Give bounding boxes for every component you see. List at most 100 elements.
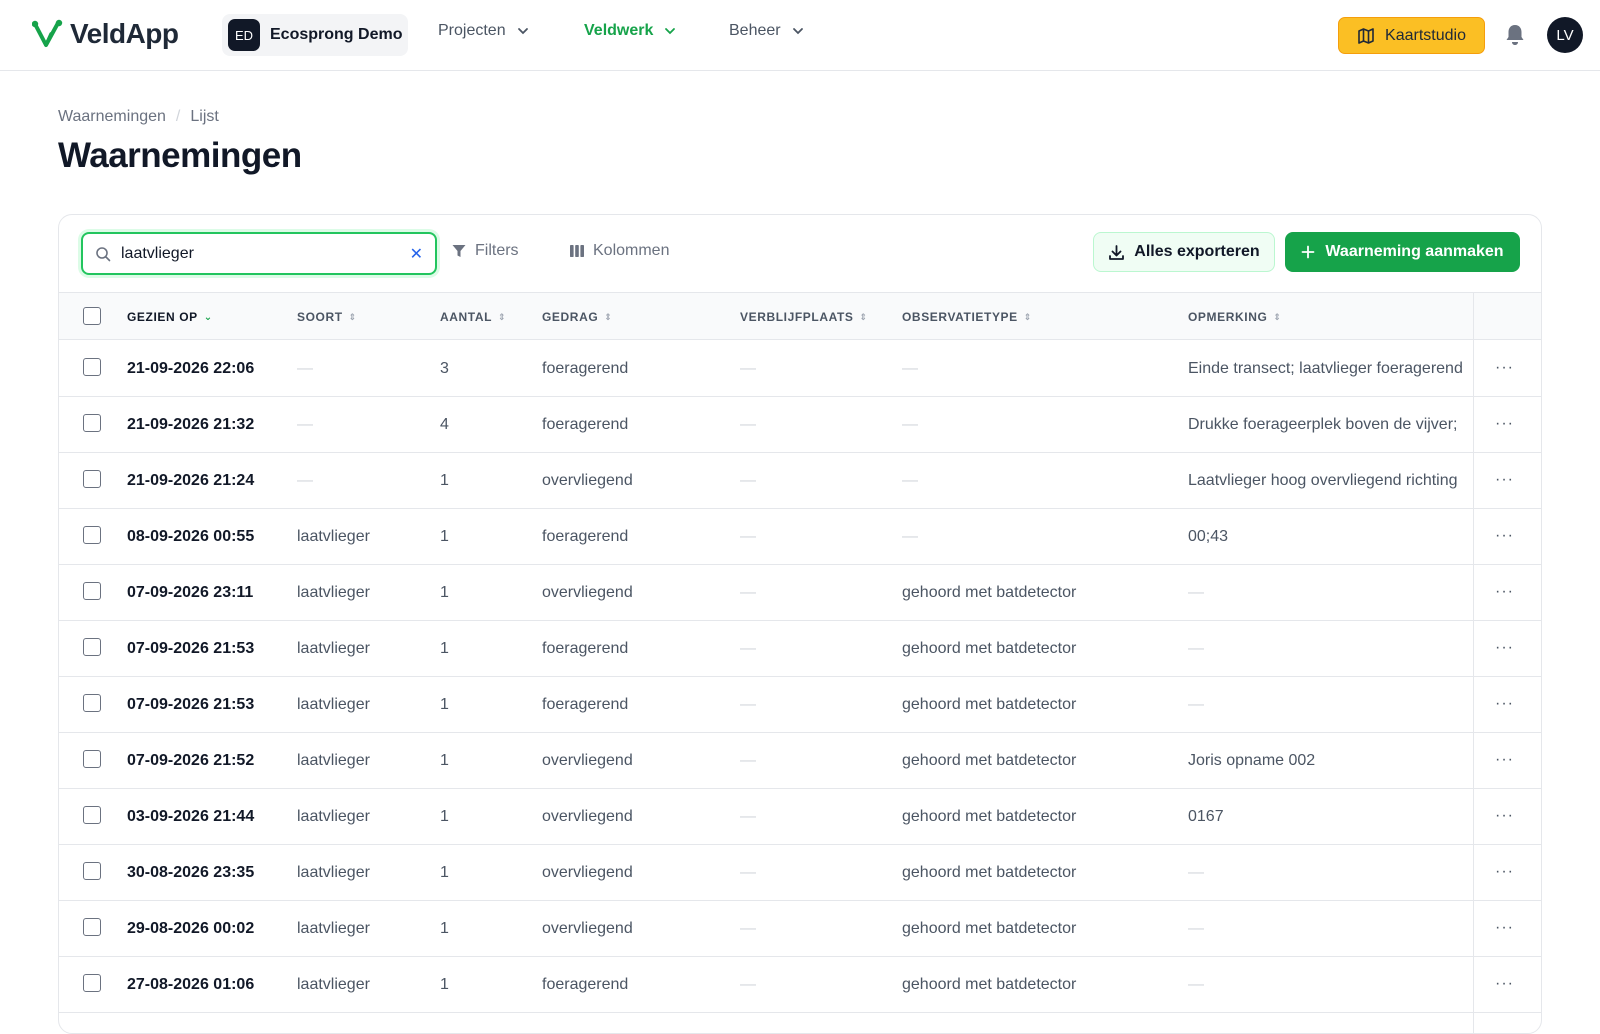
row-checkbox[interactable] xyxy=(83,414,101,432)
table-row[interactable]: 08-09-2026 00:55 laatvlieger 1 foeragerend —… xyxy=(59,509,1541,565)
nav-veldwerk[interactable]: Veldwerk xyxy=(584,22,677,40)
cell-opmerking: — xyxy=(1188,640,1204,657)
cell-gezien-op: 07-09-2026 21:52 xyxy=(127,752,255,769)
clear-search-icon[interactable]: ✕ xyxy=(410,244,423,264)
create-observation-button[interactable]: Waarneming aanmaken xyxy=(1285,232,1520,272)
cell-soort: laatvlieger xyxy=(297,920,370,937)
cell-verblijfplaats: — xyxy=(740,640,756,657)
row-checkbox[interactable] xyxy=(83,806,101,824)
column-header-observatietype[interactable]: OBSERVATIETYPE ⇕ xyxy=(902,310,1032,324)
cell-aantal: 1 xyxy=(440,864,449,881)
column-header-verblijfplaats[interactable]: VERBLIJFPLAATS ⇕ xyxy=(740,310,868,324)
cell-soort: — xyxy=(297,416,313,433)
table-row[interactable]: 07-09-2026 21:53 laatvlieger 1 foeragerend —… xyxy=(59,621,1541,677)
row-checkbox[interactable] xyxy=(83,358,101,376)
cell-observatietype: — xyxy=(902,472,918,489)
search-input[interactable] xyxy=(121,244,410,263)
columns-icon xyxy=(570,245,584,257)
cell-opmerking: — xyxy=(1188,696,1204,713)
cell-observatietype: gehoord met batdetector xyxy=(902,808,1077,825)
row-actions-column xyxy=(1473,292,1541,1033)
row-checkbox[interactable] xyxy=(83,750,101,768)
row-checkbox[interactable] xyxy=(83,974,101,992)
table-row[interactable]: 21-09-2026 22:06 — 3 foeragerend — — Einde tra… xyxy=(59,341,1541,397)
row-checkbox[interactable] xyxy=(83,862,101,880)
table-row[interactable]: 03-09-2026 21:44 laatvlieger 1 overvliegend… xyxy=(59,789,1541,845)
column-header-opmerking[interactable]: OPMERKING ⇕ xyxy=(1188,310,1282,324)
columns-label: Kolommen xyxy=(593,242,670,259)
export-all-button[interactable]: Alles exporteren xyxy=(1093,232,1275,272)
cell-soort: laatvlieger xyxy=(297,752,370,769)
page-title: Waarnemingen xyxy=(58,136,302,175)
table-row[interactable]: 07-09-2026 21:53 laatvlieger 1 foeragerend —… xyxy=(59,677,1541,733)
select-all-checkbox[interactable] xyxy=(83,307,101,325)
cell-observatietype: — xyxy=(902,360,918,377)
search-box: ✕ xyxy=(81,232,437,275)
column-header-gezien-op[interactable]: GEZIEN OP ⌄ xyxy=(127,310,213,324)
notifications-button[interactable] xyxy=(1504,23,1526,52)
table-row[interactable]: 30-08-2026 23:35 laatvlieger 1 overvliegend… xyxy=(59,845,1541,901)
plus-icon xyxy=(1302,245,1315,259)
row-checkbox[interactable] xyxy=(83,526,101,544)
user-avatar[interactable]: LV xyxy=(1547,17,1583,53)
nav-projecten-label: Projecten xyxy=(438,22,506,39)
cell-observatietype: gehoord met batdetector xyxy=(902,640,1077,657)
columns-button[interactable]: Kolommen xyxy=(569,242,669,260)
cell-opmerking: — xyxy=(1188,920,1204,937)
nav-projecten[interactable]: Projecten xyxy=(438,22,530,40)
sort-icon: ⇕ xyxy=(1023,311,1032,322)
column-header-aantal[interactable]: AANTAL ⇕ xyxy=(440,310,506,324)
row-checkbox[interactable] xyxy=(83,582,101,600)
cell-verblijfplaats: — xyxy=(740,808,756,825)
cell-observatietype: gehoord met batdetector xyxy=(902,752,1077,769)
breadcrumb-item-lijst: Lijst xyxy=(190,108,219,125)
cell-aantal: 1 xyxy=(440,696,449,713)
cell-gezien-op: 30-08-2026 23:35 xyxy=(127,864,255,881)
veldapp-logo-icon xyxy=(32,19,63,47)
cell-opmerking: — xyxy=(1188,864,1204,881)
cell-observatietype: gehoord met batdetector xyxy=(902,864,1077,881)
cell-gezien-op: 29-08-2026 00:02 xyxy=(127,920,255,937)
table-row[interactable]: 21-09-2026 21:32 — 4 foeragerend — — Drukke fo… xyxy=(59,397,1541,453)
org-name: Ecosprong Demo xyxy=(270,26,403,43)
cell-aantal: 1 xyxy=(440,808,449,825)
column-header-label: AANTAL xyxy=(440,310,493,324)
row-checkbox[interactable] xyxy=(83,918,101,936)
export-all-label: Alles exporteren xyxy=(1134,243,1260,260)
sort-icon: ⇕ xyxy=(348,311,357,322)
column-header-label: GEZIEN OP xyxy=(127,310,198,324)
cell-verblijfplaats: — xyxy=(740,976,756,993)
column-header-soort[interactable]: SOORT ⇕ xyxy=(297,310,357,324)
table-row[interactable]: 27-08-2026 01:06 laatvlieger 1 foeragerend —… xyxy=(59,957,1541,1013)
app-logo[interactable]: VeldApp xyxy=(32,18,179,50)
cell-aantal: 1 xyxy=(440,584,449,601)
cell-observatietype: — xyxy=(902,528,918,545)
cell-aantal: 4 xyxy=(440,416,449,433)
organization-switcher[interactable]: ED Ecosprong Demo xyxy=(222,14,408,56)
table-row[interactable]: 29-08-2026 00:02 laatvlieger 1 overvliegend… xyxy=(59,901,1541,957)
cell-verblijfplaats: — xyxy=(740,360,756,377)
cell-soort: laatvlieger xyxy=(297,584,370,601)
cell-gedrag: overvliegend xyxy=(542,920,633,937)
row-checkbox[interactable] xyxy=(83,694,101,712)
table-row[interactable]: 07-09-2026 21:52 laatvlieger 1 overvliegend… xyxy=(59,733,1541,789)
cell-verblijfplaats: — xyxy=(740,416,756,433)
filters-button[interactable]: Filters xyxy=(451,242,519,260)
column-header-label: OPMERKING xyxy=(1188,310,1268,324)
column-header-gedrag[interactable]: GEDRAG ⇕ xyxy=(542,310,612,324)
cell-gedrag: overvliegend xyxy=(542,864,633,881)
row-checkbox[interactable] xyxy=(83,638,101,656)
chevron-down-icon xyxy=(517,28,528,35)
table-header: GEZIEN OP ⌄ SOORT ⇕ AANTAL ⇕ GEDRAG ⇕ VE… xyxy=(59,292,1541,340)
row-checkbox[interactable] xyxy=(83,470,101,488)
kaartstudio-button[interactable]: Kaartstudio xyxy=(1338,17,1485,54)
table-toolbar: ✕ Filters Kolommen Alles exporteren Waar… xyxy=(59,215,1541,292)
breadcrumb-item-waarnemingen[interactable]: Waarnemingen xyxy=(58,108,166,126)
table-row[interactable]: 21-09-2026 21:24 — 1 overvliegend — — Laatvlie… xyxy=(59,453,1541,509)
filter-icon xyxy=(452,245,466,257)
cell-gezien-op: 07-09-2026 21:53 xyxy=(127,640,255,657)
bell-icon xyxy=(1506,25,1524,45)
cell-aantal: 1 xyxy=(440,472,449,489)
table-row[interactable]: 07-09-2026 23:11 laatvlieger 1 overvliegend… xyxy=(59,565,1541,621)
nav-beheer[interactable]: Beheer xyxy=(729,22,805,40)
